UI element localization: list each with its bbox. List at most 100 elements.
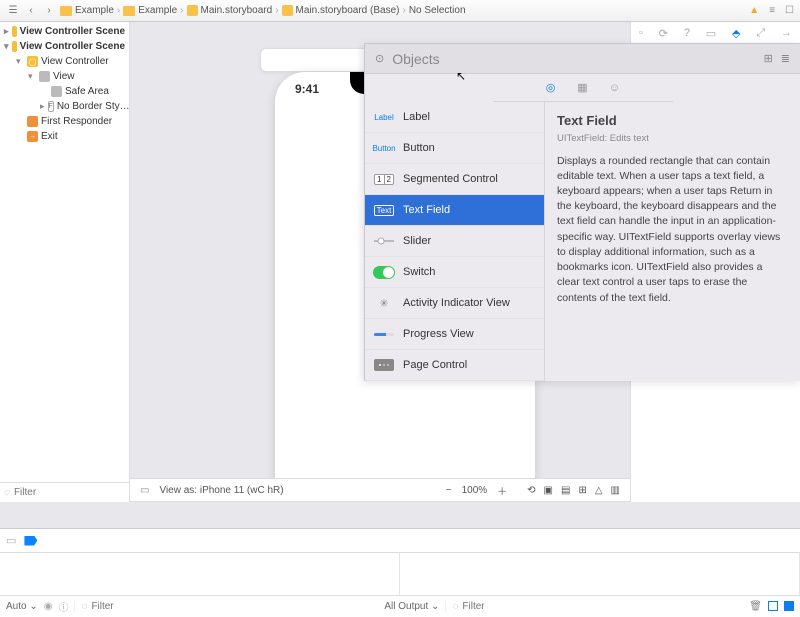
item-label: Activity Indicator View: [403, 297, 510, 309]
storyboard-icon: [282, 5, 293, 16]
item-label: Label: [403, 111, 430, 123]
library-back-icon[interactable]: ⊙: [375, 52, 384, 65]
pane-left-icon[interactable]: [768, 601, 778, 611]
library-item-label[interactable]: LabelLabel: [365, 102, 544, 133]
info-icon[interactable]: ⓘ: [58, 599, 68, 614]
item-label: Page Control: [403, 359, 467, 371]
button-icon: Button: [373, 144, 395, 153]
inspector-tabs[interactable]: ▫ ⟳ ? ▭ ⬘ ⤢ →: [631, 22, 800, 44]
scene-icon: [12, 41, 17, 52]
view-icon: [39, 71, 50, 82]
textfield-icon: F: [48, 101, 54, 112]
zoom-label: 100%: [462, 485, 488, 496]
scene-item[interactable]: ▸View Controller Scene: [0, 24, 129, 39]
tree-label: Safe Area: [65, 86, 109, 97]
library-item-button[interactable]: ButtonButton: [365, 133, 544, 164]
breakpoint-icon[interactable]: [24, 536, 37, 546]
item-label: Progress View: [403, 328, 474, 340]
variables-view[interactable]: [0, 553, 400, 595]
filter-input[interactable]: [462, 601, 743, 612]
storyboard-icon: [187, 5, 198, 16]
scene-icon: [12, 26, 17, 37]
zoom-out-button[interactable]: −: [446, 485, 452, 496]
library-header[interactable]: ⊙ Objects ⊞ ≣: [365, 44, 800, 74]
adjust-editor-icon[interactable]: ≡: [769, 5, 775, 16]
console-view[interactable]: [400, 553, 800, 595]
tree-item[interactable]: →Exit: [0, 129, 129, 144]
toggle-breakpoint-icon[interactable]: ▭: [6, 534, 16, 547]
update-frames-icon[interactable]: ⟲: [527, 485, 535, 496]
chevron-right-icon: ›: [117, 5, 120, 16]
color-tab-icon[interactable]: ☺: [607, 80, 623, 96]
media-tab-icon[interactable]: ▦: [575, 80, 591, 96]
folder-icon: [60, 6, 72, 16]
resolve-icon[interactable]: △: [595, 485, 603, 496]
back-icon[interactable]: ‹: [24, 4, 38, 18]
list-view-icon[interactable]: ≣: [781, 52, 790, 65]
filter-input[interactable]: [14, 487, 146, 498]
viewas-label[interactable]: View as: iPhone 11 (wC hR): [159, 485, 283, 496]
tree-label: First Responder: [41, 116, 112, 127]
tree-item[interactable]: First Responder: [0, 114, 129, 129]
pane-right-icon[interactable]: [784, 601, 794, 611]
align-icon[interactable]: ▤: [561, 485, 570, 496]
library-list[interactable]: LabelLabel ButtonButton 12Segmented Cont…: [365, 102, 545, 381]
tree-item[interactable]: ▸FNo Border Sty…: [0, 99, 129, 114]
library-item-switch[interactable]: Switch: [365, 257, 544, 288]
library-title: Objects: [392, 51, 439, 67]
tree-item[interactable]: Safe Area: [0, 84, 129, 99]
attributes-inspector-icon[interactable]: ⬘: [732, 27, 740, 40]
detail-body: Displays a rounded rectangle that can co…: [557, 154, 788, 306]
auto-selector[interactable]: Auto ⌄: [6, 601, 38, 612]
output-selector[interactable]: All Output ⌄: [384, 601, 439, 612]
connections-inspector-icon[interactable]: →: [781, 27, 792, 39]
eye-icon[interactable]: ◉: [44, 601, 53, 612]
item-label: Text Field: [403, 204, 450, 216]
size-inspector-icon[interactable]: ⤢: [756, 27, 765, 40]
outline-filter[interactable]: ◌: [0, 482, 129, 502]
library-item-slider[interactable]: Slider: [365, 226, 544, 257]
variables-filter[interactable]: ◌: [74, 601, 372, 612]
tree-label: No Border Sty…: [57, 101, 129, 112]
history-inspector-icon[interactable]: ⟳: [659, 27, 668, 40]
tree-label: View Controller Scene: [20, 41, 125, 52]
scene-item[interactable]: ▾View Controller Scene: [0, 39, 129, 54]
switch-icon: [373, 266, 395, 279]
identity-inspector-icon[interactable]: ▭: [706, 27, 716, 40]
library-item-segmented[interactable]: 12Segmented Control: [365, 164, 544, 195]
grid-view-icon[interactable]: ⊞: [764, 52, 773, 65]
tree-item[interactable]: ▾◯View Controller: [0, 54, 129, 69]
console-filter[interactable]: ◌: [445, 601, 743, 612]
library-item-pagecontrol[interactable]: Page Control: [365, 350, 544, 381]
tree-label: View Controller: [41, 56, 109, 67]
object-library: ⊙ Objects ⊞ ≣ ◎ ▦ ☺ LabelLabel ButtonBut…: [364, 43, 800, 381]
zoom-in-button[interactable]: ＋: [497, 483, 507, 498]
embed-icon[interactable]: ▣: [544, 485, 553, 496]
document-outline: ▸View Controller Scene ▾View Controller …: [0, 22, 130, 502]
warning-icon[interactable]: ▲: [749, 5, 759, 16]
library-item-progress[interactable]: Progress View: [365, 319, 544, 350]
file-inspector-icon[interactable]: ▫: [639, 27, 643, 39]
detail-title: Text Field: [557, 112, 788, 131]
breadcrumb[interactable]: Example › Example › Main.storyboard › Ma…: [60, 5, 466, 16]
constraint-tools: ⟲ ▣ ▤ ⊞ △ ▥: [527, 485, 620, 496]
jump-bar[interactable]: ☰ ‹ › Example › Example › Main.storyboar…: [0, 0, 800, 22]
tree-item[interactable]: ▾View: [0, 69, 129, 84]
embed-in-icon[interactable]: ▥: [611, 485, 620, 496]
objects-tab-icon[interactable]: ◎: [543, 80, 559, 96]
outline-toggle-icon[interactable]: ▭: [140, 485, 149, 496]
filter-input[interactable]: [91, 601, 372, 612]
pin-icon[interactable]: ⊞: [578, 485, 586, 496]
library-item-textfield[interactable]: Text Text Field: [365, 195, 544, 226]
crumb-label: No Selection: [409, 5, 466, 16]
related-items-icon[interactable]: ☰: [6, 4, 20, 18]
library-item-activity[interactable]: ✳Activity Indicator View: [365, 288, 544, 319]
forward-icon[interactable]: ›: [42, 4, 56, 18]
trash-icon[interactable]: 🗑: [749, 601, 762, 612]
library-filter-tabs[interactable]: ◎ ▦ ☺: [493, 74, 673, 102]
segmented-icon: 12: [373, 174, 395, 185]
filter-icon: ◌: [452, 601, 458, 612]
add-editor-icon[interactable]: ☐: [785, 5, 794, 16]
help-inspector-icon[interactable]: ?: [684, 27, 690, 39]
textfield-icon: Text: [373, 205, 395, 216]
